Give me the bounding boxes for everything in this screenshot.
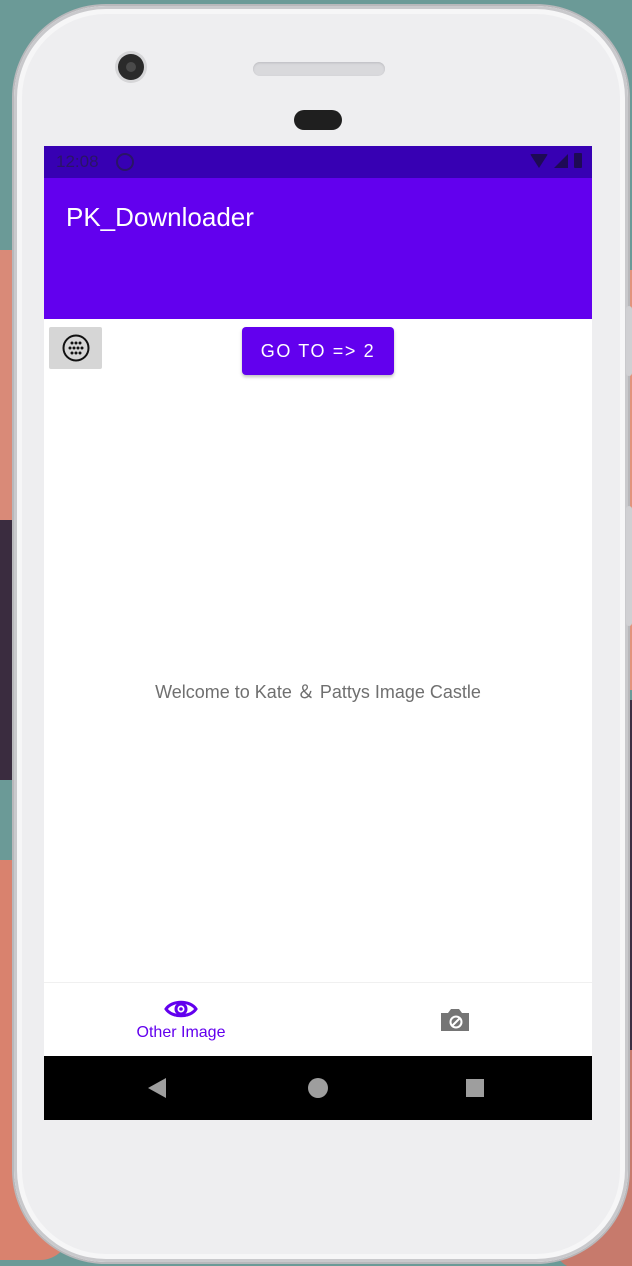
power-button <box>626 506 632 626</box>
status-bar: 12:08 <box>44 146 592 178</box>
eye-icon <box>164 1000 198 1018</box>
nav-item-camera[interactable] <box>318 983 592 1057</box>
dialpad-grid-button[interactable] <box>49 327 102 369</box>
dialpad-icon <box>62 334 89 362</box>
cell-signal-icon <box>554 154 568 168</box>
recent-apps-icon[interactable] <box>466 1079 484 1097</box>
go-to-page-2-button[interactable]: GO TO => 2 <box>242 327 394 375</box>
status-icons <box>530 153 582 168</box>
home-icon[interactable] <box>308 1078 328 1098</box>
bottom-navigation: Other Image <box>44 982 592 1057</box>
app-title: PK_Downloader <box>66 202 254 232</box>
wifi-icon <box>530 154 548 168</box>
nav-item-other-image[interactable]: Other Image <box>44 983 318 1057</box>
status-time: 12:08 <box>56 152 99 171</box>
welcome-message: Welcome to Kate ＆ Pattys Image Castle <box>155 682 481 702</box>
back-icon[interactable] <box>148 1078 166 1098</box>
app-bar: PK_Downloader <box>44 178 592 319</box>
app-screen: 12:08 PK_Downloader GO TO => 2 Welcome t… <box>44 146 592 1120</box>
battery-icon <box>574 153 582 168</box>
sync-status-icon <box>116 153 134 171</box>
system-navigation-bar <box>44 1056 592 1120</box>
proximity-sensor <box>294 110 342 130</box>
nav-label-other-image: Other Image <box>136 1024 226 1041</box>
camera-icon <box>441 1009 469 1031</box>
volume-button <box>626 306 632 376</box>
front-camera <box>118 54 144 80</box>
earpiece-speaker <box>253 62 385 76</box>
